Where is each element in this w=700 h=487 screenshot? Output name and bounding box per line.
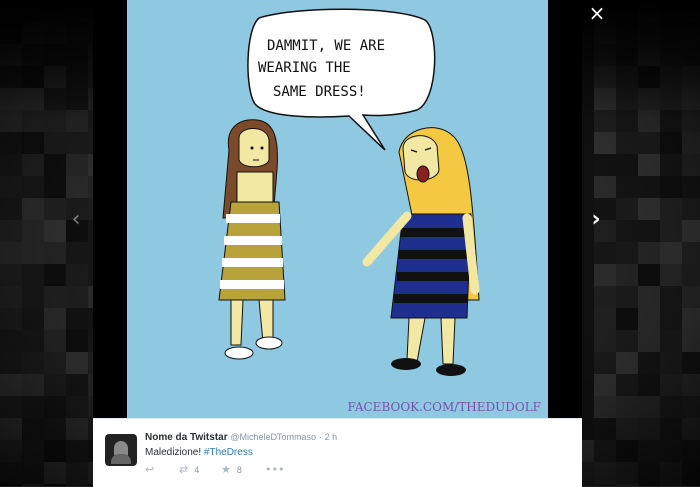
tweet-text: Maledizione! #TheDress [145,447,253,458]
timestamp[interactable]: 2 h [325,432,338,442]
comic-illustration: DAMMIT, WE ARE WEARING THE SAME DRESS! F… [127,0,548,418]
tweet-text-plain: Maledizione! [145,447,204,458]
retweet-button[interactable]: ⇄ 4 [179,463,199,476]
retweet-icon: ⇄ [179,463,189,476]
user-handle[interactable]: @MicheleDTommaso [230,432,316,442]
previous-button[interactable]: ‹ [66,206,86,234]
speech-line-2: WEARING THE [258,60,351,76]
hashtag-link[interactable]: #TheDress [204,447,253,458]
chevron-left-icon: ‹ [71,207,81,232]
more-button[interactable]: ••• [265,463,284,476]
close-button[interactable]: × [586,2,608,24]
chevron-right-icon: › [591,207,601,232]
star-icon: ★ [221,463,231,476]
tweet-card: Nome da Twitstar @MicheleDTommaso · 2 h … [93,418,582,487]
comic-image: DAMMIT, WE ARE WEARING THE SAME DRESS! F… [127,0,548,418]
tweet-header: Nome da Twitstar @MicheleDTommaso · 2 h [145,432,337,443]
avatar[interactable] [105,434,137,466]
close-icon: × [588,1,606,25]
next-button[interactable]: › [586,206,606,234]
speech-line-1: DAMMIT, WE ARE [267,38,385,54]
favorite-count: 8 [236,465,242,475]
display-name[interactable]: Nome da Twitstar [145,432,228,443]
comic-watermark: FACEBOOK.COM/THEDUDOLF [348,400,541,414]
more-icon: ••• [265,463,285,476]
favorite-button[interactable]: ★ 8 [221,463,242,476]
speech-line-3: SAME DRESS! [273,84,366,100]
separator-dot: · [318,432,322,442]
reply-button[interactable]: ↩ [145,463,154,476]
reply-icon: ↩ [145,463,155,476]
retweet-count: 4 [194,465,200,475]
avatar-body [111,454,131,464]
